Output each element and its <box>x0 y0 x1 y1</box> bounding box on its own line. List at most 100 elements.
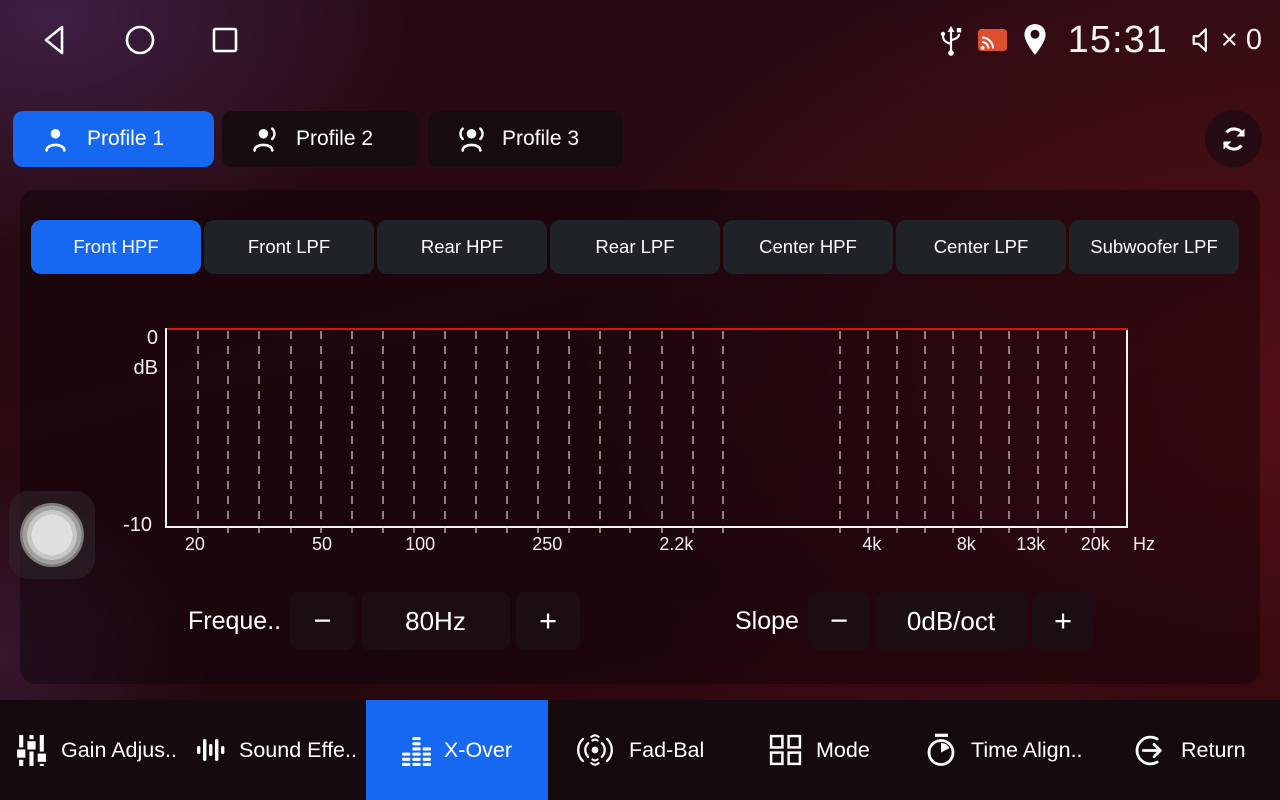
gridline <box>839 331 841 533</box>
gridline <box>692 331 694 533</box>
y-axis-label: dB <box>114 357 158 380</box>
tab-rear-hpf[interactable]: Rear HPF <box>377 220 547 274</box>
android-nav-buttons <box>40 0 240 80</box>
x-tick-label: 4k <box>862 534 881 555</box>
slope-value: 0dB/oct <box>876 592 1026 650</box>
waveform-bars-icon <box>196 734 226 766</box>
nav-label: X-Over <box>444 738 512 763</box>
gridline <box>722 331 724 533</box>
refresh-button[interactable] <box>1205 110 1262 167</box>
gridline <box>351 331 353 533</box>
tab-front-lpf[interactable]: Front LPF <box>204 220 374 274</box>
knob-dial[interactable] <box>20 503 84 567</box>
nav-sound-effects[interactable]: Sound Effe.. <box>196 700 357 800</box>
usb-icon <box>938 22 964 58</box>
tab-rear-lpf[interactable]: Rear LPF <box>550 220 720 274</box>
plot-area <box>165 328 1128 528</box>
gridline <box>1037 331 1039 533</box>
profile-label: Profile 2 <box>296 127 373 151</box>
x-axis-labels: 20501002502.2k4k8k13k20k <box>165 534 1128 560</box>
x-tick-label: 50 <box>312 534 332 555</box>
frequency-label: Freque.. <box>188 592 281 650</box>
status-icons: 15:31 × 0 <box>938 0 1262 80</box>
gridline <box>896 331 898 533</box>
recents-icon[interactable] <box>210 25 240 55</box>
gridline <box>290 331 292 533</box>
location-icon <box>1021 22 1049 58</box>
nav-mode[interactable]: Mode <box>768 700 870 800</box>
gridline <box>924 331 926 533</box>
nav-fad-bal[interactable]: Fad-Bal <box>574 700 704 800</box>
frequency-minus-button[interactable]: − <box>290 592 355 650</box>
volume-muted-icon <box>1189 24 1217 56</box>
gridline <box>382 331 384 533</box>
return-arrow-icon <box>1133 733 1168 768</box>
home-icon[interactable] <box>124 24 156 56</box>
gridline <box>227 331 229 533</box>
nav-label: Fad-Bal <box>629 738 704 763</box>
tab-front-hpf[interactable]: Front HPF <box>31 220 201 274</box>
x-tick-label: 100 <box>405 534 435 555</box>
mixer-sliders-icon <box>15 733 48 768</box>
nav-gain-adjust[interactable]: Gain Adjus.. <box>15 700 177 800</box>
x-tick-label: 8k <box>957 534 976 555</box>
person-arcs-icon <box>458 126 485 153</box>
gridline <box>1065 331 1067 533</box>
gridline <box>537 331 539 533</box>
status-bar: 15:31 × 0 <box>0 0 1280 80</box>
clock: 15:31 <box>1068 19 1168 62</box>
nav-label: Time Align.. <box>971 738 1083 763</box>
gridline <box>568 331 570 533</box>
floating-knob[interactable] <box>9 491 95 579</box>
slope-plus-button[interactable]: + <box>1032 592 1094 650</box>
x-tick-label: 13k <box>1016 534 1045 555</box>
x-tick-label: 20 <box>185 534 205 555</box>
x-tick-label: 20k <box>1081 534 1110 555</box>
equalizer-bars-icon <box>402 735 431 766</box>
stopwatch-icon <box>924 732 958 769</box>
gridline <box>506 331 508 533</box>
cast-icon <box>977 28 1008 53</box>
nav-label: Mode <box>816 738 870 763</box>
frequency-value: 80Hz <box>361 592 510 650</box>
tab-subwoofer-lpf[interactable]: Subwoofer LPF <box>1069 220 1239 274</box>
person-icon <box>43 126 70 153</box>
profile-label: Profile 3 <box>502 127 579 151</box>
gridline <box>629 331 631 533</box>
gridline <box>444 331 446 533</box>
profile-2-button[interactable]: Profile 2 <box>222 111 418 167</box>
gridline <box>320 331 322 533</box>
squares-grid-icon <box>768 733 803 768</box>
filter-tabs: Front HPF Front LPF Rear HPF Rear LPF Ce… <box>31 220 1239 274</box>
speaker-waves-icon <box>574 732 616 768</box>
gridline <box>599 331 601 533</box>
nav-time-align[interactable]: Time Align.. <box>924 700 1083 800</box>
volume-indicator: × 0 <box>1189 24 1262 57</box>
tab-center-lpf[interactable]: Center LPF <box>896 220 1066 274</box>
profile-1-button[interactable]: Profile 1 <box>13 111 214 167</box>
nav-label: Gain Adjus.. <box>61 738 177 763</box>
nav-label: Sound Effe.. <box>239 738 357 763</box>
gridline <box>475 331 477 533</box>
slope-label: Slope <box>735 592 799 650</box>
gridline <box>980 331 982 533</box>
person-arc-icon <box>252 126 279 153</box>
tab-center-hpf[interactable]: Center HPF <box>723 220 893 274</box>
y-tick-minus10: -10 <box>108 514 152 537</box>
back-icon[interactable] <box>40 24 70 56</box>
nav-x-over[interactable]: X-Over <box>366 700 548 800</box>
bottom-nav-bar: Gain Adjus.. Sound Effe.. X-Over <box>0 700 1280 800</box>
nav-label: Return <box>1181 738 1246 763</box>
y-tick-0: 0 <box>114 327 158 350</box>
slope-minus-button[interactable]: − <box>808 592 870 650</box>
gridline <box>867 331 869 533</box>
x-axis-unit: Hz <box>1133 534 1155 555</box>
gridline <box>1008 331 1010 533</box>
response-line <box>167 328 1128 330</box>
refresh-icon <box>1218 123 1250 155</box>
profile-label: Profile 1 <box>87 127 164 151</box>
gridline <box>1093 331 1095 533</box>
profile-3-button[interactable]: Profile 3 <box>428 111 623 167</box>
frequency-plus-button[interactable]: + <box>516 592 580 650</box>
nav-return[interactable]: Return <box>1133 700 1246 800</box>
